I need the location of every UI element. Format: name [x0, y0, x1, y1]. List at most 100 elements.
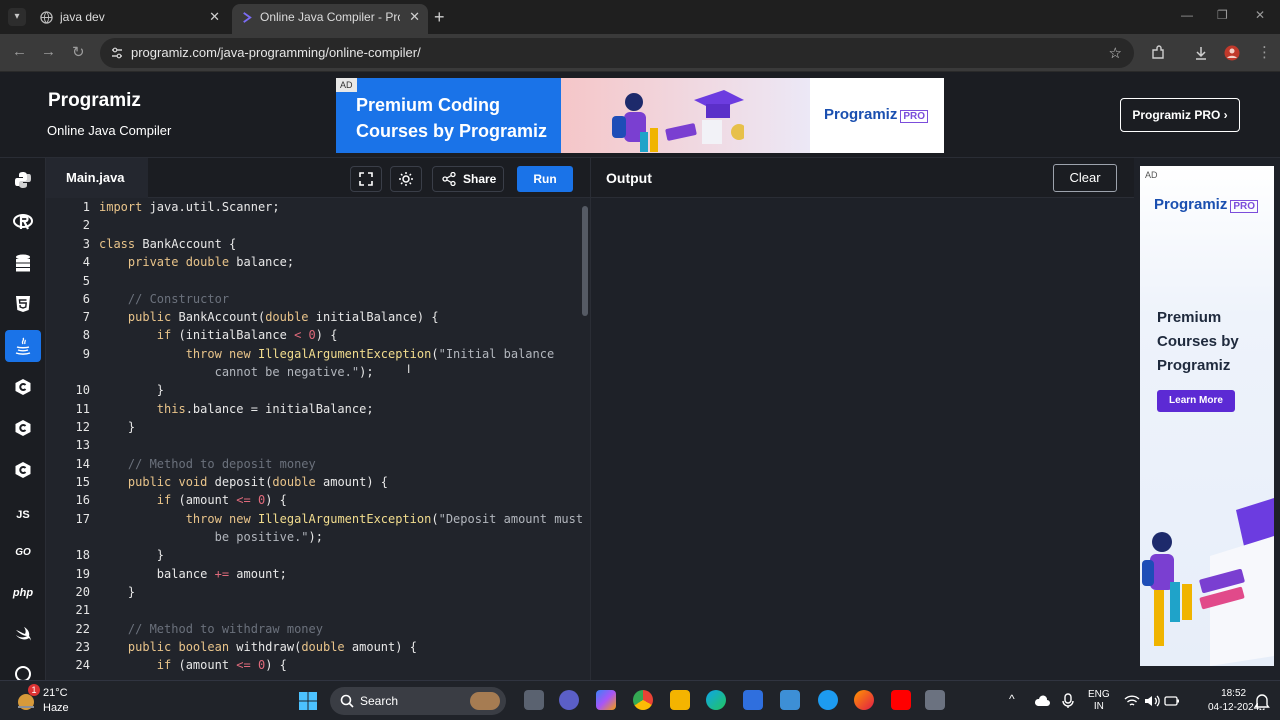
snipping-tool-icon[interactable]: [925, 690, 945, 710]
copilot-icon[interactable]: [596, 690, 616, 710]
theme-toggle-button[interactable]: [390, 166, 422, 192]
lang-sql[interactable]: [5, 247, 41, 279]
browser-menu-icon[interactable]: ⋮: [1257, 43, 1272, 61]
line-number: 5: [82, 274, 90, 288]
page-title: Online Java Compiler: [47, 123, 172, 138]
url-field[interactable]: programiz.com/java-programming/online-co…: [100, 38, 1134, 68]
share-button[interactable]: Share: [432, 166, 504, 192]
minimize-icon[interactable]: —: [1181, 8, 1193, 22]
code-editor[interactable]: 1 2 3 4 5 6 7 8 9 10 11 12 13 14 15 16 17 18 19 20 21 22 23 24 …: [46, 198, 590, 680]
line-number: 9: [82, 347, 90, 361]
lang-php[interactable]: php: [5, 577, 41, 609]
run-button[interactable]: Run: [517, 166, 573, 192]
taskbar-search[interactable]: Search: [330, 687, 506, 715]
close-window-icon[interactable]: ✕: [1255, 8, 1265, 22]
ad-label: AD: [1145, 170, 1158, 180]
fullscreen-button[interactable]: [350, 166, 382, 192]
lang-csharp[interactable]: [5, 454, 41, 486]
top-ad-banner[interactable]: AD Premium Coding Courses by Programiz P…: [336, 78, 944, 153]
maximize-icon[interactable]: ❐: [1217, 8, 1228, 22]
line-number: 21: [75, 603, 90, 617]
code-line: public boolean withdraw(double amount) {: [127, 640, 417, 654]
line-number: 1: [82, 200, 90, 214]
lang-r[interactable]: [5, 206, 41, 238]
html5-icon: [16, 296, 30, 312]
lang-python[interactable]: [5, 164, 41, 196]
line-number: 3: [82, 237, 90, 251]
java-icon: [15, 337, 31, 355]
lang-go[interactable]: GO: [5, 537, 41, 569]
battery-icon[interactable]: [1164, 695, 1180, 707]
lang-cpp[interactable]: [5, 412, 41, 444]
app-icon[interactable]: [818, 690, 838, 710]
windows-start-icon[interactable]: [298, 691, 318, 711]
firefox-icon[interactable]: [854, 690, 874, 710]
address-bar-row: ← → ↻ programiz.com/java-programming/onl…: [0, 34, 1280, 72]
file-explorer-icon[interactable]: [670, 690, 690, 710]
programiz-logo[interactable]: Programiz: [48, 90, 141, 112]
tab-label: Online Java Compiler - Program: [260, 10, 400, 24]
code-line: this.balance = initialBalance;: [156, 402, 374, 416]
back-icon[interactable]: ←: [12, 43, 27, 60]
line-number: 17: [75, 512, 90, 526]
code-line: import java.util.Scanner;: [99, 200, 280, 214]
task-view-icon[interactable]: [524, 690, 544, 710]
line-number: 11: [75, 402, 90, 416]
app-icon[interactable]: [780, 690, 800, 710]
banner-logo: Programiz PRO: [824, 106, 929, 123]
new-tab-icon[interactable]: +: [434, 6, 445, 28]
edge-icon[interactable]: [706, 690, 726, 710]
code-line: // Method to deposit money: [127, 457, 316, 471]
code-line: }: [99, 420, 136, 434]
side-ad-banner[interactable]: AD Programiz PRO Premium Courses by Progr…: [1140, 166, 1274, 666]
line-number: 13: [75, 438, 90, 452]
system-clock[interactable]: 18:52 04-12-2024: [1208, 687, 1259, 715]
line-number: 4: [82, 255, 90, 269]
chrome-icon[interactable]: [633, 690, 653, 710]
extensions-icon[interactable]: [1150, 45, 1166, 61]
tab-online-java-compiler[interactable]: Online Java Compiler - Program ✕: [232, 4, 428, 34]
lang-java[interactable]: [5, 330, 41, 362]
programiz-pro-button[interactable]: Programiz PRO ›: [1120, 98, 1240, 132]
editor-scrollbar[interactable]: [582, 206, 588, 316]
code-line: be positive.");: [99, 530, 323, 544]
code-line: // Constructor: [127, 292, 230, 306]
wifi-icon[interactable]: [1124, 694, 1140, 708]
notification-bell-icon[interactable]: [1254, 692, 1270, 710]
output-console[interactable]: [590, 198, 1134, 680]
site-settings-icon[interactable]: [110, 46, 124, 60]
clear-button[interactable]: Clear: [1053, 164, 1117, 192]
line-number: 2: [82, 218, 90, 232]
lang-js[interactable]: JS: [5, 499, 41, 531]
learn-more-button[interactable]: Learn More: [1157, 390, 1235, 412]
cloud-icon[interactable]: [1034, 694, 1050, 708]
store-icon[interactable]: [743, 690, 763, 710]
tab-search-icon[interactable]: ▾: [8, 8, 26, 26]
lang-c[interactable]: [5, 371, 41, 403]
code-line: // Method to withdraw money: [127, 622, 323, 636]
code-line: if (initialBalance < 0) {: [156, 328, 338, 342]
profile-avatar-icon[interactable]: [1224, 45, 1240, 61]
close-tab-icon[interactable]: ✕: [409, 4, 420, 30]
forward-icon[interactable]: →: [41, 43, 56, 60]
download-icon[interactable]: [1193, 45, 1209, 61]
input-language[interactable]: ENG IN: [1088, 689, 1110, 713]
bookmark-star-icon[interactable]: ☆: [1109, 44, 1122, 62]
line-number: 23: [75, 640, 90, 654]
close-tab-icon[interactable]: ✕: [209, 4, 220, 30]
lang-swift[interactable]: [5, 619, 41, 651]
tray-overflow-icon[interactable]: ^: [1009, 693, 1015, 705]
microphone-icon[interactable]: [1062, 693, 1074, 709]
teams-icon[interactable]: [559, 690, 579, 710]
lang-html[interactable]: [5, 288, 41, 320]
programiz-favicon-icon: [243, 12, 252, 23]
file-tab-main-java[interactable]: Main.java: [46, 158, 148, 198]
r-icon: [13, 214, 33, 230]
input-language-line2: IN: [1093, 701, 1104, 712]
volume-icon[interactable]: [1144, 694, 1160, 708]
browser-tab-bar: ▾ java dev ✕ Online Java Compiler - Prog…: [0, 0, 1280, 34]
youtube-icon[interactable]: [891, 690, 911, 710]
reload-icon[interactable]: ↻: [72, 43, 85, 61]
tab-java-dev[interactable]: java dev ✕: [32, 4, 228, 34]
code-line: throw new IllegalArgumentException("Init…: [185, 347, 555, 361]
